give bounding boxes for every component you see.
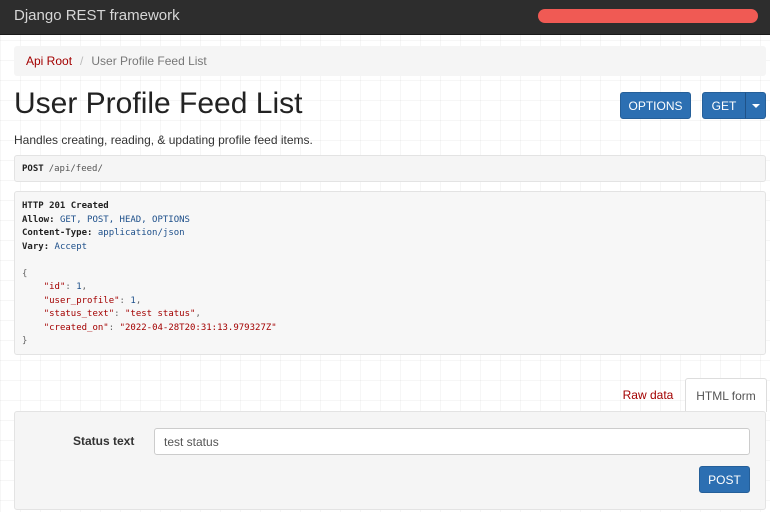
breadcrumb-separator: / (80, 54, 84, 68)
header-value: application/json (97, 228, 185, 238)
tab-raw-data[interactable]: Raw data (612, 378, 684, 412)
json-key: "status_text" (43, 309, 115, 319)
json-value: "test status" (124, 309, 196, 319)
response-header: Allow: GET, POST, HEAD, OPTIONS (22, 214, 190, 225)
header-value: GET, POST, HEAD, OPTIONS (59, 214, 190, 225)
json-close-brace: } (22, 336, 28, 346)
post-submit-button[interactable]: POST (699, 466, 750, 493)
tab-html-form[interactable]: HTML form (685, 378, 767, 412)
json-key: "id" (43, 282, 66, 292)
brand-link[interactable]: Django REST framework (14, 7, 180, 24)
json-field: "user_profile": 1, (43, 295, 142, 306)
page-description: Handles creating, reading, & updating pr… (14, 133, 313, 147)
json-open-brace: { (22, 268, 28, 279)
header-value: Accept (54, 241, 88, 252)
user-menu-redacted[interactable] (538, 9, 758, 23)
header-name: Allow (22, 214, 50, 225)
json-field: "status_text": "test status", (43, 309, 201, 319)
response-header: Vary: Accept (22, 241, 88, 252)
navbar: Django REST framework (0, 0, 770, 35)
json-key: "user_profile" (43, 295, 120, 306)
request-info: POST /api/feed/ (14, 155, 766, 182)
status-text-input[interactable] (154, 428, 750, 455)
options-button[interactable]: OPTIONS (620, 92, 691, 119)
get-format-dropdown-toggle[interactable] (745, 92, 766, 119)
header-name: Vary (22, 241, 44, 252)
json-key: "created_on" (43, 322, 109, 333)
caret-down-icon (751, 103, 760, 108)
request-path: /api/feed/ (48, 163, 103, 174)
json-value: "2022-04-28T20:31:13.979327Z" (119, 322, 277, 333)
page-title: User Profile Feed List (14, 87, 303, 120)
response-header: Content-Type: application/json (22, 228, 185, 238)
breadcrumb-current: User Profile Feed List (91, 54, 207, 68)
get-button[interactable]: GET (702, 92, 746, 119)
response-status: HTTP 201 Created (22, 201, 109, 211)
json-field: "id": 1, (43, 282, 88, 292)
json-field: "created_on": "2022-04-28T20:31:13.97932… (43, 322, 277, 333)
response-info: HTTP 201 Created Allow: GET, POST, HEAD,… (14, 191, 766, 355)
header-name: Content-Type (22, 228, 88, 238)
breadcrumb: Api Root / User Profile Feed List (14, 46, 766, 76)
status-text-label: Status text (73, 434, 135, 448)
breadcrumb-api-root-link[interactable]: Api Root (26, 54, 72, 68)
request-method: POST (22, 163, 44, 174)
html-form-panel (14, 411, 766, 510)
